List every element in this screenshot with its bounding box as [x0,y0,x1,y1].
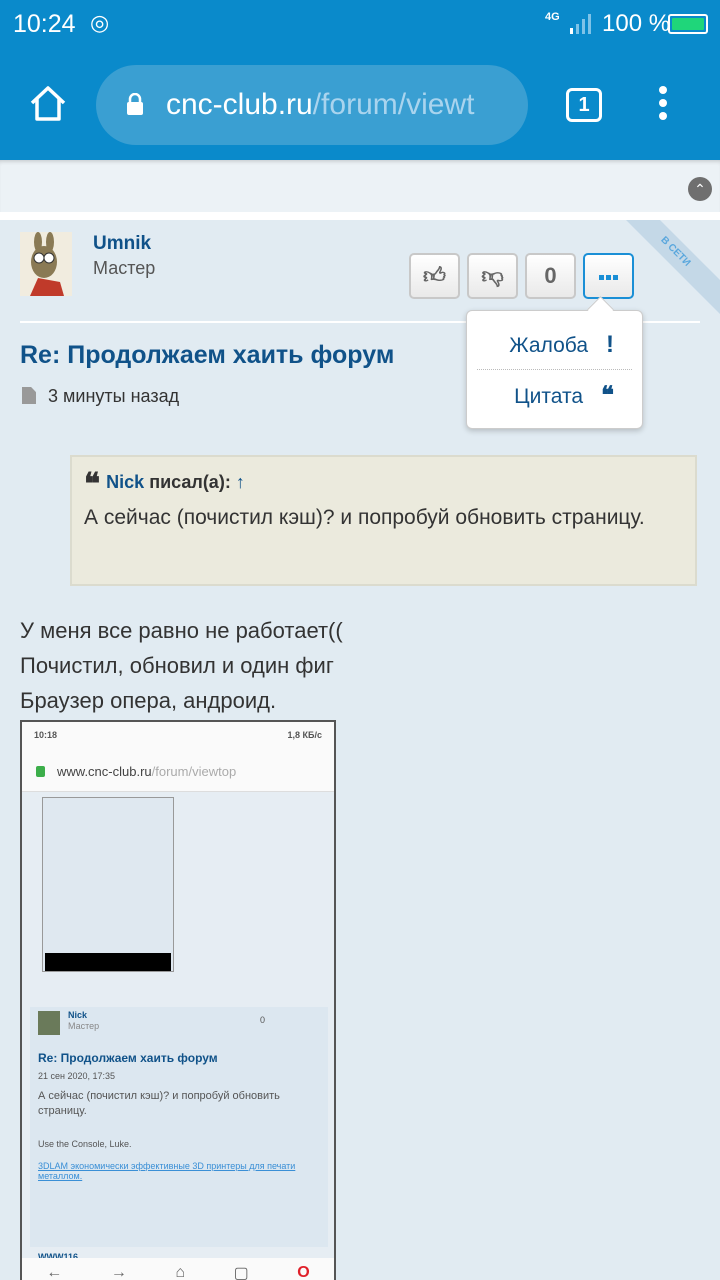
url-domain: cnc-club.ru [166,88,313,121]
post-time: 3 минуты назад [22,386,179,407]
tabs-icon: ▢ [233,1265,249,1280]
shot-rank: Мастер [68,1021,100,1031]
scroll-top-icon[interactable]: ⌃ [688,177,712,201]
quoted-block: ❝ Nick писал(а): ↑ А сейчас (почистил кэш… [70,455,697,586]
home-icon: ⌂ [175,1264,186,1280]
clock: 10:24 [13,10,76,38]
author-rank: Мастер [93,258,156,278]
network-type: 4G [545,11,560,23]
menu-item-report[interactable]: Жалоба! [509,331,614,359]
quote-label: Цитата [514,385,584,408]
lock-icon [36,766,45,777]
body-line: Браузер опера, андроид. [20,688,277,713]
thumbs-up-icon: 👍︎ [423,263,446,288]
post-body: У меня все равно не работает(( Почистил,… [20,613,343,718]
shot-author: Nick [68,1010,88,1020]
nested-screenshot [42,797,174,972]
author-link[interactable]: Umnik [93,233,151,255]
address-bar[interactable]: cnc-club.ru/forum/viewt [96,65,528,145]
status-bar: 10:24 ◎ 4G 100 % [0,0,720,50]
post-actions-menu: Жалоба! Цитата ❝ [466,310,643,429]
post-title[interactable]: Re: Продолжаем хаить форум [20,341,394,370]
browser-toolbar: cnc-club.ru/forum/viewt 1 [0,50,720,160]
shot-title: Re: Продолжаем хаить форум [38,1051,218,1065]
tab-switcher-button[interactable]: 1 [566,88,602,122]
report-label: Жалоба [509,334,588,357]
hotspot-icon: ◎ [90,10,110,35]
shot-url-domain: www.cnc-club.ru [57,764,152,779]
quote-icon: ❝ [601,382,614,409]
like-button[interactable]: 👍︎ [409,253,460,299]
body-line: Почистил, обновил и один фиг [20,653,334,678]
opera-icon: O [297,1264,310,1280]
divider [0,212,720,220]
quote-source-link[interactable]: ↑ [236,472,245,492]
divider [477,369,632,370]
shot-time: 10:18 [34,730,58,740]
battery-level: 100 % [602,10,671,37]
shot-text: А сейчас (почистил кэш)? и попробуй обно… [38,1090,280,1117]
forum-post: В СЕТИ Umnik Мастер 👍︎ 👎︎ 0 Re: Продолжа… [0,220,720,1280]
forward-icon: → [110,1264,127,1280]
home-icon[interactable] [28,83,68,123]
shot-post: Nick Мастер 0 Re: Продолжаем хаить форум… [30,1007,328,1247]
dislike-button[interactable]: 👎︎ [467,253,518,299]
shot-signature: Use the Console, Luke. [38,1139,132,1149]
shot-score: 0 [260,1015,266,1025]
shot-url-path: /forum/viewtop [151,764,237,779]
overflow-menu-icon[interactable] [656,86,670,126]
battery-icon [668,14,708,34]
exclamation-icon: ! [606,331,614,358]
document-icon [22,387,36,404]
signal-icon [570,14,591,34]
score-counter: 0 [525,253,576,299]
post-time-text: 3 минуты назад [48,386,180,406]
body-line: У меня все равно не работает(( [20,618,343,643]
ellipsis-icon [598,263,619,288]
avatar [38,1011,60,1035]
avatar[interactable] [20,232,72,296]
attached-screenshot[interactable]: 10:18 1,8 КБ/с www.cnc-club.ru/forum/view… [20,720,336,1280]
thumbs-down-icon: 👎︎ [481,263,504,288]
shot-nav-bar: ← → ⌂ ▢ O [22,1258,334,1280]
page-nav-bar: ⌃ [0,160,720,212]
quote-icon: ❝ [84,468,101,501]
back-icon: ← [46,1264,63,1280]
more-actions-button[interactable] [583,253,634,299]
shot-status: 1,8 КБ/с [287,730,322,740]
url-path: /forum/viewt [312,88,475,121]
menu-item-quote[interactable]: Цитата ❝ [514,381,614,410]
shot-link: 3DLAM экономически эффективные 3D принте… [38,1161,296,1181]
quote-author-link[interactable]: Nick [106,472,144,492]
lock-icon [127,93,143,115]
shot-date: 21 сен 2020, 17:35 [38,1071,116,1081]
quote-wrote: писал(а): [149,472,231,492]
quote-text: А сейчас (почистил кэш)? и попробуй обно… [84,506,645,529]
